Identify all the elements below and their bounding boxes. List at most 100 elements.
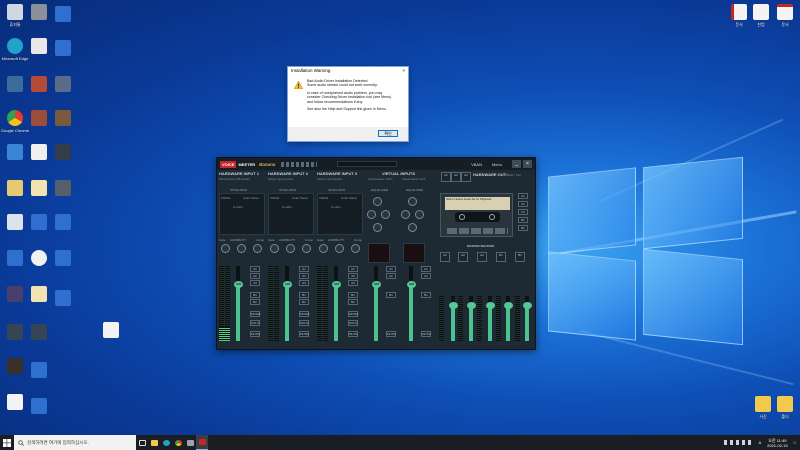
desktop-icon[interactable] — [26, 180, 52, 212]
desktop-icon[interactable] — [26, 214, 52, 246]
bus-button-a1[interactable]: A1 — [348, 266, 358, 272]
close-button[interactable]: × — [523, 160, 532, 168]
gate-knob[interactable] — [319, 244, 328, 253]
fader-knob[interactable]: 0dB — [407, 281, 416, 288]
eq-knob[interactable] — [373, 197, 382, 206]
master-bus-label[interactable]: A2 — [458, 252, 468, 262]
audibility-knob[interactable] — [237, 244, 246, 253]
desktop-icon[interactable]: 폴더 — [772, 396, 798, 428]
taskbar-search-box[interactable]: 검색하려면 여기에 입력하십시오. — [14, 435, 136, 450]
bus-button-a2[interactable]: A2 — [421, 273, 431, 279]
bus-button-b1[interactable]: B1 — [250, 292, 260, 298]
desktop-icon[interactable] — [2, 180, 28, 212]
bus-button-a2[interactable]: A2 — [348, 273, 358, 279]
bus-button-a3[interactable]: A3 — [299, 280, 309, 286]
virtual-input-1[interactable]: Voicemeeter VAIO — [368, 177, 392, 181]
desktop-icon[interactable] — [2, 144, 28, 176]
desktop-icon[interactable] — [26, 250, 52, 282]
eq-knob[interactable] — [367, 210, 376, 219]
notification-button[interactable]: □ — [794, 440, 796, 445]
task-view-button[interactable] — [136, 435, 148, 450]
comp-knob[interactable] — [302, 244, 311, 253]
cassette-player[interactable]: click to Select Audio file for Playback — [440, 193, 513, 237]
master-fader-knob[interactable] — [486, 302, 495, 309]
gate-knob[interactable] — [270, 244, 279, 253]
desktop-icon[interactable]: Google Chrome — [1, 110, 29, 142]
cassette-label[interactable]: click to Select Audio file for Playback — [445, 197, 510, 210]
master-fader-knob[interactable] — [467, 302, 476, 309]
desktop-icon[interactable] — [26, 398, 52, 430]
mute-button[interactable]: MUTE — [348, 331, 358, 337]
taskbar-explorer[interactable] — [148, 435, 160, 450]
master-bus-label[interactable]: B2 — [515, 252, 525, 262]
desktop-icon[interactable] — [26, 76, 52, 108]
menu-button[interactable]: Menu — [492, 162, 502, 167]
bus-button-b2[interactable]: B2 — [348, 299, 358, 305]
taskbar-chrome[interactable] — [172, 435, 184, 450]
hw-out-a2[interactable]: A2 — [451, 172, 461, 182]
eq-knob[interactable] — [408, 223, 417, 232]
bus-button-b1[interactable]: B1 — [348, 292, 358, 298]
desktop-icon[interactable] — [98, 322, 124, 354]
bus-button-b1[interactable]: B1 — [421, 292, 431, 298]
solo-button[interactable]: SOLO — [250, 320, 260, 326]
strip-device[interactable]: Select input device — [317, 177, 342, 181]
transport-buttons[interactable] — [447, 228, 508, 234]
bus-select-a2[interactable]: A2 — [518, 201, 528, 207]
master-fader-knob[interactable] — [449, 302, 458, 309]
eq-knob[interactable] — [415, 210, 424, 219]
eq-knob[interactable] — [373, 223, 382, 232]
solo-button[interactable]: SOLO — [348, 320, 358, 326]
desktop-icon[interactable] — [2, 324, 28, 356]
bus-select-a1[interactable]: A1 — [518, 193, 528, 199]
desktop-icon[interactable] — [26, 324, 52, 356]
mute-button[interactable]: MUTE — [386, 331, 396, 337]
input-language[interactable]: A — [758, 440, 761, 445]
desktop-icon[interactable] — [2, 250, 28, 282]
desktop-icon[interactable] — [50, 250, 76, 282]
desktop-icon[interactable] — [50, 144, 76, 176]
mono-button[interactable]: MONO — [250, 311, 260, 317]
bus-button-a2[interactable]: A2 — [386, 273, 396, 279]
fader-knob[interactable]: 0dB — [283, 281, 292, 288]
comp-knob[interactable] — [253, 244, 262, 253]
taskbar-voicemeeter[interactable] — [196, 435, 208, 450]
master-bus-label[interactable]: B1 — [496, 252, 506, 262]
desktop-icon[interactable] — [2, 358, 28, 390]
bus-select-b1[interactable]: B1 — [518, 217, 528, 223]
strip-title[interactable]: HARDWARE INPUT 1 — [219, 171, 259, 176]
fader-knob[interactable]: 0dB — [234, 281, 243, 288]
master-bus-label[interactable]: A1 — [440, 252, 450, 262]
desktop-icon[interactable] — [26, 4, 52, 36]
desktop-icon[interactable] — [50, 6, 76, 38]
bus-button-a2[interactable]: A2 — [299, 273, 309, 279]
bus-button-a1[interactable]: A1 — [299, 266, 309, 272]
desktop-icon[interactable] — [50, 76, 76, 108]
strip-title[interactable]: HARDWARE INPUT 2 — [268, 171, 308, 176]
bus-button-a1[interactable]: A1 — [250, 266, 260, 272]
strip-device[interactable]: Select input device — [268, 177, 293, 181]
bus-button-b2[interactable]: B2 — [299, 299, 309, 305]
eq-knob[interactable] — [401, 210, 410, 219]
bus-select-a3[interactable]: A3 — [518, 209, 528, 215]
desktop-icon[interactable] — [50, 40, 76, 72]
clock[interactable]: 오전 11:49 2021-02-19 — [767, 438, 787, 448]
mono-button[interactable]: MONO — [348, 311, 358, 317]
desktop-icon[interactable]: 휴지통 — [2, 4, 28, 36]
taskbar-app[interactable] — [184, 435, 196, 450]
desktop-icon[interactable] — [26, 144, 52, 176]
desktop-icon[interactable]: 문서 — [772, 4, 798, 36]
dialog-close-button[interactable]: × — [402, 68, 405, 74]
solo-button[interactable]: SOLO — [299, 320, 309, 326]
hw-out-a1[interactable]: A1 — [441, 172, 451, 182]
desktop-icon[interactable] — [2, 286, 28, 318]
bus-button-b2[interactable]: B2 — [250, 299, 260, 305]
bus-button-a1[interactable]: A1 — [421, 266, 431, 272]
desktop-icon[interactable]: Microsoft Edge — [2, 38, 28, 70]
virtual-input-2[interactable]: Voicemeeter AUX — [402, 177, 426, 181]
desktop-icon[interactable] — [50, 180, 76, 212]
eq-knob[interactable] — [381, 210, 390, 219]
desktop-icon[interactable] — [2, 76, 28, 108]
eq-knob[interactable] — [408, 197, 417, 206]
bus-button-a3[interactable]: A3 — [250, 280, 260, 286]
